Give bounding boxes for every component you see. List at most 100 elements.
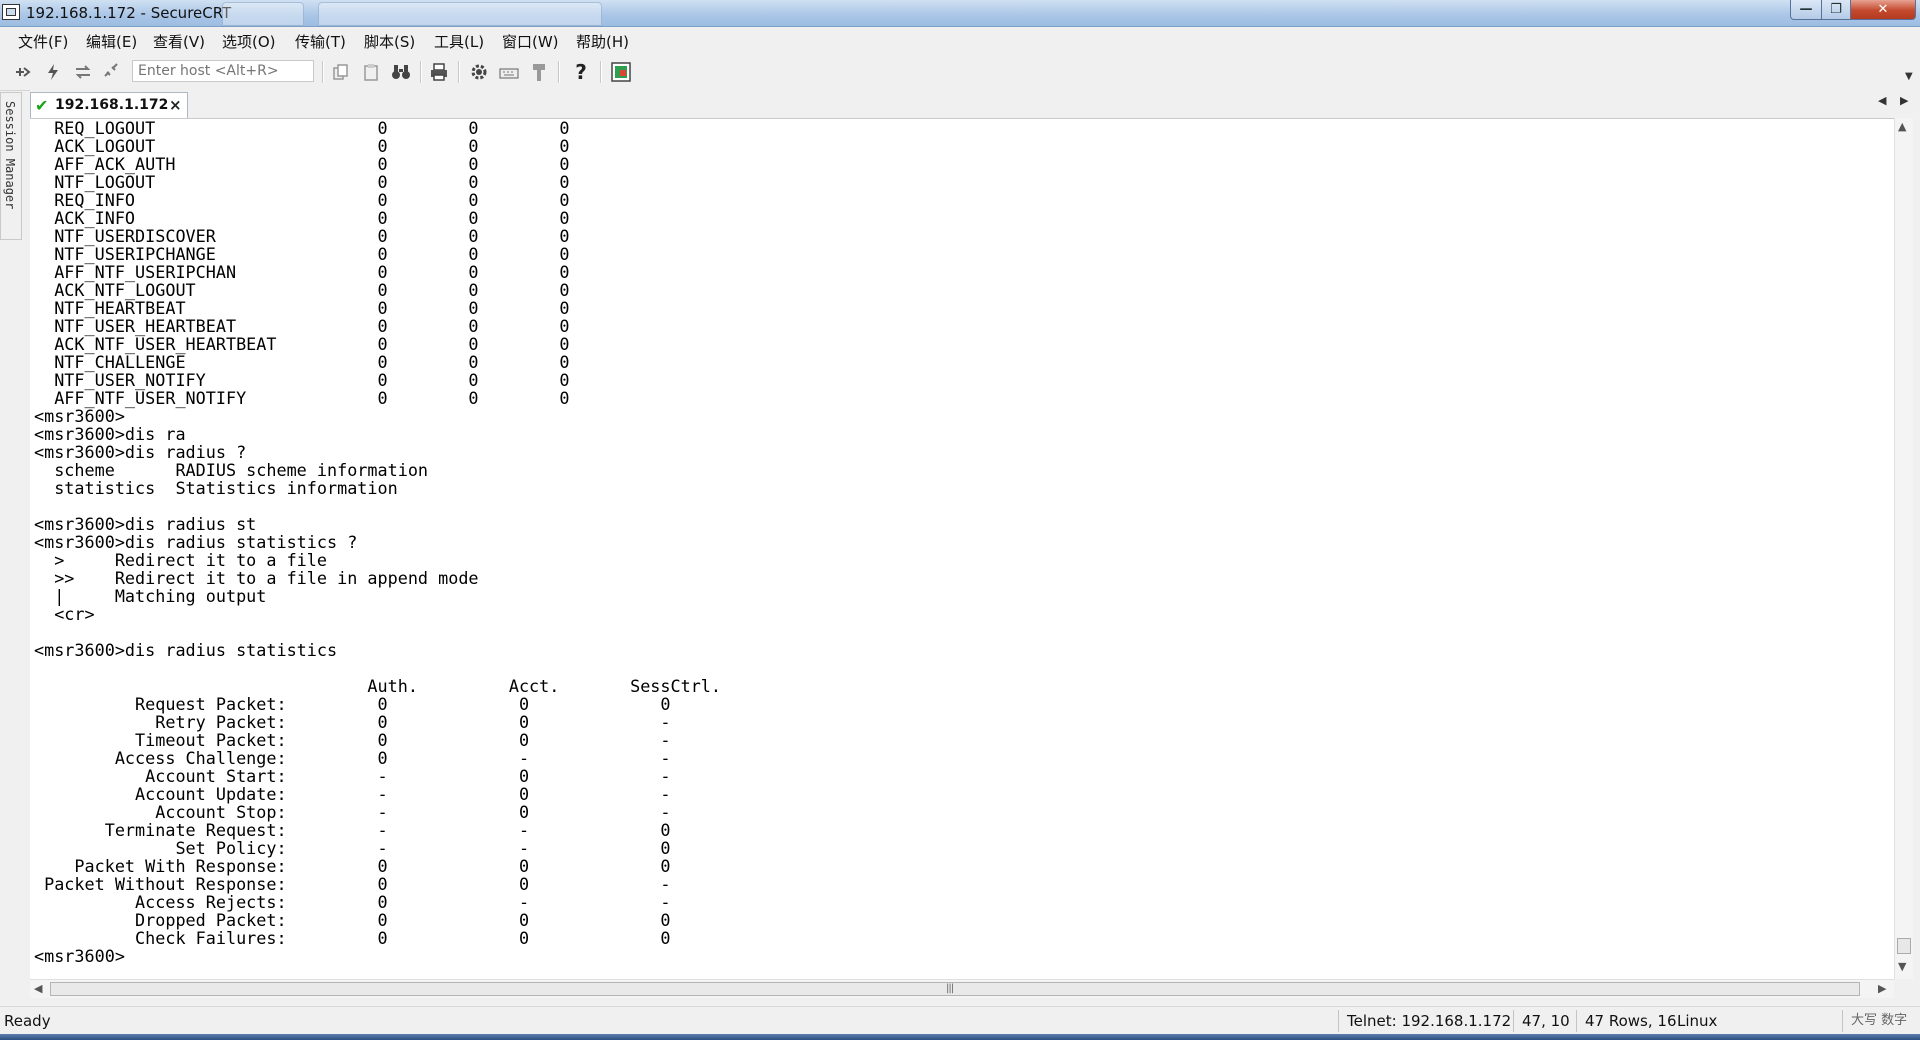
horizontal-scroll-thumb[interactable]: ||| <box>50 982 1860 996</box>
copy-icon[interactable] <box>330 62 352 82</box>
find-binoculars-icon[interactable] <box>390 62 412 82</box>
terminal-line: NTF_HEARTBEAT 0 0 0 <box>34 298 570 318</box>
scroll-up-icon[interactable]: ▲ <box>1898 120 1906 133</box>
session-manager-panel[interactable]: Session Manager <box>0 92 22 240</box>
terminal-line: Terminate Request: - - 0 <box>34 820 671 840</box>
terminal-line: ACK_INFO 0 0 0 <box>34 208 570 228</box>
terminal-line: Retry Packet: 0 0 - <box>34 712 671 732</box>
terminal-line: > Redirect it to a file <box>34 550 327 570</box>
maximize-button[interactable]: ❐ <box>1821 0 1851 20</box>
disconnect-icon[interactable] <box>100 62 122 82</box>
terminal-line: scheme RADIUS scheme information <box>34 460 429 480</box>
scroll-down-icon[interactable]: ▼ <box>1898 960 1906 973</box>
terminal-line: ACK_LOGOUT 0 0 0 <box>34 136 570 156</box>
close-button[interactable]: ✕ <box>1850 0 1916 20</box>
terminal-line: Packet Without Response: 0 0 - <box>34 874 671 894</box>
terminal-line: Access Challenge: 0 - - <box>34 748 671 768</box>
terminal-line: Account Update: - 0 - <box>34 784 671 804</box>
terminal-line: Packet With Response: 0 0 0 <box>34 856 671 876</box>
session-manager-label: Session Manager <box>3 101 17 210</box>
left-margin <box>22 92 30 1004</box>
tab-session-192-168-1-172[interactable]: ✔ 192.168.1.172 × <box>30 92 188 118</box>
terminal-line: >> Redirect it to a file in append mode <box>34 568 479 588</box>
scroll-right-icon[interactable]: ▶ <box>1878 982 1886 995</box>
tab-label: 192.168.1.172 <box>55 97 169 113</box>
menu-script[interactable]: 脚本(S) <box>364 31 415 52</box>
terminal-line: AFF_ACK_AUTH 0 0 0 <box>34 154 570 174</box>
background-taskbar-tab <box>222 2 304 26</box>
terminal-line: Request Packet: 0 0 0 <box>34 694 671 714</box>
enter-host-input[interactable] <box>132 60 314 82</box>
paste-icon[interactable] <box>360 62 382 82</box>
terminal-line: NTF_USERIPCHANGE 0 0 0 <box>34 244 570 264</box>
connect-icon[interactable] <box>12 62 34 82</box>
securecrt-app-icon[interactable] <box>2 4 20 20</box>
terminal-line: REQ_INFO 0 0 0 <box>34 190 570 210</box>
scroll-left-icon[interactable]: ◀ <box>34 982 42 995</box>
terminal-line: <msr3600>dis ra <box>34 424 186 444</box>
windows-taskbar <box>0 1034 1920 1040</box>
session-options-gear-icon[interactable] <box>468 62 490 82</box>
help-icon[interactable]: ? <box>570 60 592 84</box>
status-terminal-size: 47 Rows, 16 <box>1576 1010 1677 1032</box>
print-icon[interactable] <box>428 62 450 82</box>
terminal-text: REQ_LOGOUT 0 0 0 ACK_LOGOUT 0 0 0 AFF_AC… <box>30 119 1894 965</box>
toolbar-overflow-chevron-icon[interactable]: ▼ <box>1905 71 1913 82</box>
terminal-line: <msr3600> <box>34 406 125 426</box>
terminal-line: <msr3600> <box>34 946 125 966</box>
menu-file[interactable]: 文件(F) <box>18 31 68 52</box>
tab-scroll-right-icon[interactable]: ▶ <box>1900 94 1908 107</box>
quick-connect-icon[interactable] <box>42 62 64 82</box>
terminal-line: <cr> <box>34 604 95 624</box>
terminal-line: REQ_LOGOUT 0 0 0 <box>34 118 570 138</box>
terminal-line: Account Stop: - 0 - <box>34 802 671 822</box>
sftp-tool-icon[interactable] <box>528 62 550 82</box>
background-taskbar-tab <box>318 2 602 26</box>
terminal-output[interactable]: REQ_LOGOUT 0 0 0 ACK_LOGOUT 0 0 0 AFF_AC… <box>30 118 1894 980</box>
vertical-scroll-thumb[interactable] <box>1897 938 1911 954</box>
window-title: 192.168.1.172 - SecureCRT <box>26 4 232 22</box>
terminal-line: NTF_CHALLENGE 0 0 0 <box>34 352 570 372</box>
terminal-line: <msr3600>dis radius ? <box>34 442 247 462</box>
status-connection: Telnet: 192.168.1.172 <box>1338 1010 1511 1032</box>
vertical-scrollbar[interactable]: ▲ ▼ <box>1894 118 1913 979</box>
menu-transfer[interactable]: 传输(T) <box>295 31 346 52</box>
status-os: Linux <box>1677 1012 1718 1030</box>
status-ready: Ready <box>4 1012 51 1030</box>
terminal-line: Timeout Packet: 0 0 - <box>34 730 671 750</box>
keymap-icon[interactable] <box>498 62 520 82</box>
terminal-line: ACK_NTF_USER_HEARTBEAT 0 0 0 <box>34 334 570 354</box>
terminal-line: | Matching output <box>34 586 267 606</box>
reconnect-icon[interactable] <box>72 62 94 82</box>
menu-edit[interactable]: 编辑(E) <box>86 31 137 52</box>
menu-view[interactable]: 查看(V) <box>153 31 205 52</box>
terminal-line: AFF_NTF_USER_NOTIFY 0 0 0 <box>34 388 570 408</box>
securefx-icon[interactable] <box>610 62 632 82</box>
terminal-line: Access Rejects: 0 - - <box>34 892 671 912</box>
terminal-line: NTF_USER_HEARTBEAT 0 0 0 <box>34 316 570 336</box>
terminal-line: AFF_NTF_USERIPCHAN 0 0 0 <box>34 262 570 282</box>
toolbar-separator <box>420 61 422 83</box>
terminal-line: ACK_NTF_LOGOUT 0 0 0 <box>34 280 570 300</box>
menu-options[interactable]: 选项(O) <box>222 31 276 52</box>
toolbar-separator <box>558 61 560 83</box>
status-ime: 大写 数字 <box>1842 1010 1907 1032</box>
menu-help[interactable]: 帮助(H) <box>576 31 629 52</box>
status-bar: Ready Telnet: 192.168.1.172 47, 10 47 Ro… <box>0 1006 1920 1035</box>
terminal-line: statistics Statistics information <box>34 478 398 498</box>
status-cursor-position: 47, 10 <box>1513 1010 1570 1032</box>
toolbar-separator <box>600 61 602 83</box>
menu-bar: 文件(F) 编辑(E) 查看(V) 选项(O) 传输(T) 脚本(S) 工具(L… <box>0 27 1920 53</box>
toolbar-separator <box>322 61 324 83</box>
menu-window[interactable]: 窗口(W) <box>502 31 559 52</box>
minimize-button[interactable]: — <box>1790 0 1822 20</box>
horizontal-scrollbar[interactable]: ◀ ||| ▶ <box>30 979 1894 998</box>
tab-scroll-left-icon[interactable]: ◀ <box>1878 94 1886 107</box>
scroll-grip-icon: ||| <box>946 983 954 994</box>
menu-tools[interactable]: 工具(L) <box>434 31 484 52</box>
terminal-line: NTF_USER_NOTIFY 0 0 0 <box>34 370 570 390</box>
tab-close-icon[interactable]: × <box>169 96 182 114</box>
